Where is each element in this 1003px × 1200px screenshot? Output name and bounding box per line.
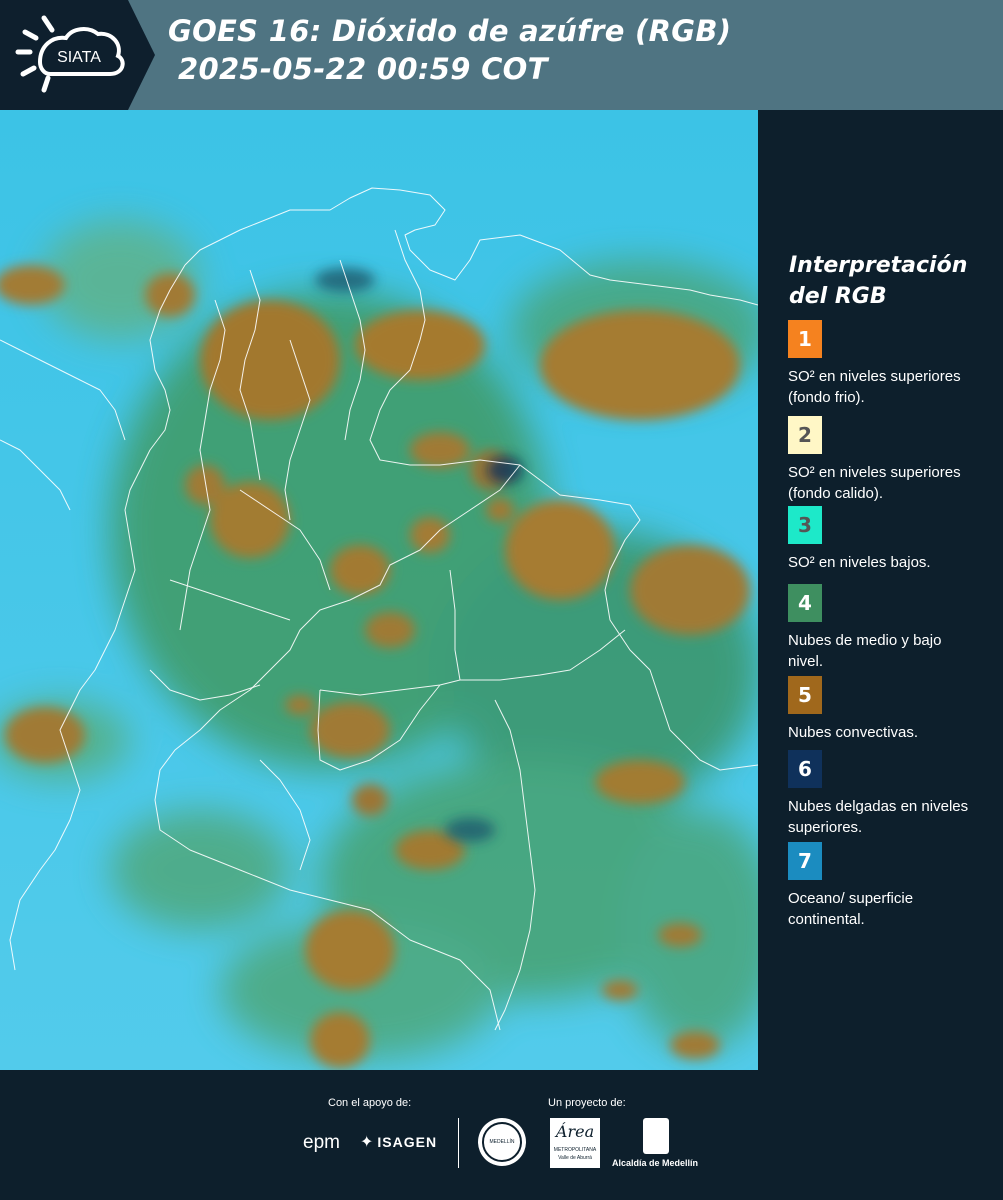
legend-item-5: 5 Nubes convectivas. bbox=[788, 676, 978, 743]
alcaldia-shield-icon bbox=[643, 1118, 669, 1154]
legend-swatch: 4 bbox=[788, 584, 822, 622]
alcaldia-logo-text: Alcaldía de Medellín bbox=[612, 1158, 699, 1168]
satellite-map bbox=[0, 110, 758, 1070]
isagen-logo: ✦ ISAGEN bbox=[360, 1132, 437, 1152]
area-metropolitana-logo: Área METROPOLITANA Valle de Aburrá bbox=[550, 1118, 600, 1168]
legend-swatch: 5 bbox=[788, 676, 822, 714]
footer-divider bbox=[458, 1118, 459, 1168]
legend-panel: Interpretación del RGB 1 SO² en niveles … bbox=[758, 110, 1003, 1070]
support-label: Con el apoyo de: bbox=[328, 1097, 412, 1109]
area-logo-subtext-2: Valle de Aburrá bbox=[558, 1155, 592, 1161]
area-logo-text: Área bbox=[555, 1122, 595, 1141]
legend-item-2: 2 SO² en niveles superiores (fondo calid… bbox=[788, 416, 978, 504]
title-line-1: GOES 16: Dióxido de azúfre (RGB) bbox=[168, 14, 732, 48]
legend-label: Nubes convectivas. bbox=[788, 724, 919, 741]
legend-item-3: 3 SO² en niveles bajos. bbox=[788, 506, 978, 573]
area-logo-subtext: METROPOLITANA bbox=[553, 1147, 597, 1153]
legend-item-6: 6 Nubes delgadas en niveles superiores. bbox=[788, 750, 978, 838]
isagen-logo-text: ISAGEN bbox=[377, 1134, 438, 1150]
legend-title-line-2: del RGB bbox=[789, 284, 887, 309]
siata-logo: SIATA bbox=[0, 0, 155, 110]
isagen-star-icon: ✦ bbox=[360, 1134, 374, 1151]
title-timestamp: 2025-05-22 00:59 COT bbox=[178, 52, 548, 86]
legend-item-1: 1 SO² en niveles superiores (fondo frio)… bbox=[788, 320, 978, 408]
header-bar: SIATA GOES 16: Dióxido de azúfre (RGB) 2… bbox=[0, 0, 1003, 110]
svg-text:SIATA: SIATA bbox=[57, 49, 101, 66]
project-label: Un proyecto de: bbox=[548, 1097, 626, 1109]
legend-label: SO² en niveles bajos. bbox=[788, 554, 931, 571]
legend-title-line-1: Interpretación bbox=[789, 253, 968, 278]
legend-item-4: 4 Nubes de medio y bajo nivel. bbox=[788, 584, 978, 672]
epm-logo: epm bbox=[303, 1132, 340, 1153]
legend-swatch: 7 bbox=[788, 842, 822, 880]
legend-swatch: 6 bbox=[788, 750, 822, 788]
legend-label: Oceano/ superficie continental. bbox=[788, 890, 914, 928]
medellin-seal-logo: MEDELLÍN bbox=[478, 1118, 526, 1166]
legend-title: Interpretación del RGB bbox=[789, 250, 967, 312]
legend-item-7: 7 Oceano/ superficie continental. bbox=[788, 842, 978, 930]
medellin-seal-text: MEDELLÍN bbox=[482, 1122, 522, 1162]
legend-label: Nubes delgadas en niveles superiores. bbox=[788, 798, 969, 836]
legend-swatch: 2 bbox=[788, 416, 822, 454]
legend-label: SO² en niveles superiores (fondo calido)… bbox=[788, 464, 961, 502]
footer-bar: Con el apoyo de: Un proyecto de: epm ✦ I… bbox=[0, 1070, 1003, 1200]
legend-label: SO² en niveles superiores (fondo frio). bbox=[788, 368, 961, 406]
legend-label: Nubes de medio y bajo nivel. bbox=[788, 632, 942, 670]
page-title: GOES 16: Dióxido de azúfre (RGB) 2025-05… bbox=[168, 12, 731, 88]
legend-swatch: 1 bbox=[788, 320, 822, 358]
legend-swatch: 3 bbox=[788, 506, 822, 544]
